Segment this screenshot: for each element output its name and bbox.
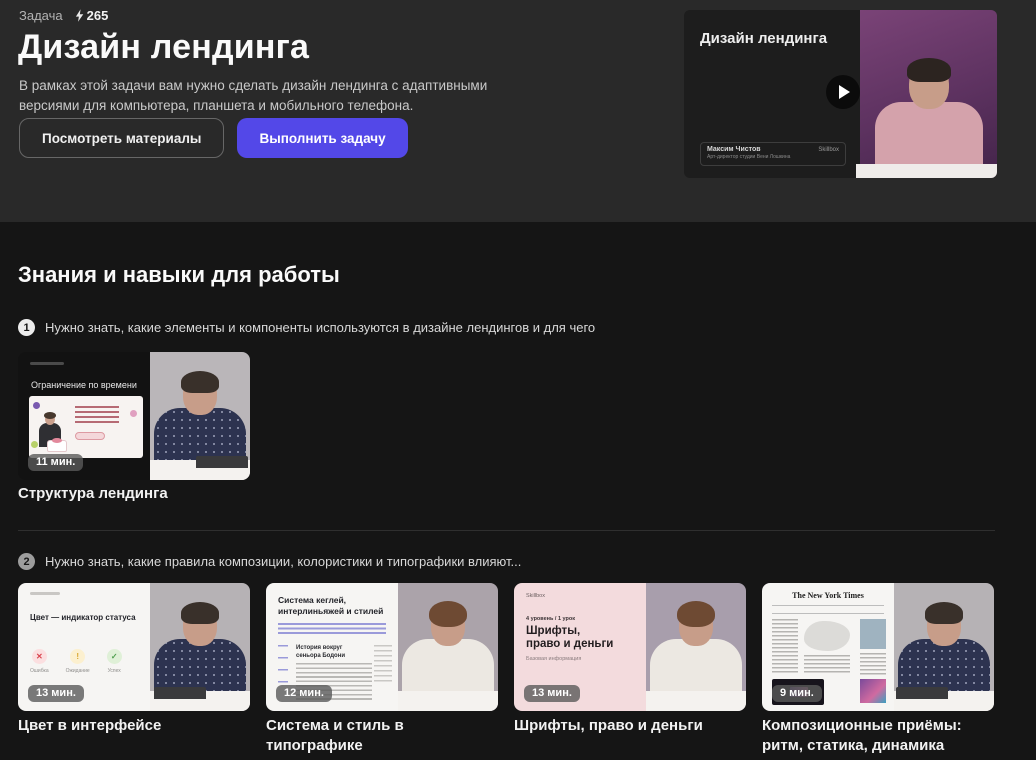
video-title: Система и стиль в типографике [266, 717, 404, 754]
task-description: В рамках этой задачи вам нужно сделать д… [19, 78, 488, 114]
speaker-photo [646, 583, 746, 711]
speaker-photo [150, 352, 250, 480]
brand-logo: Skillbox [818, 147, 839, 153]
newspaper-masthead: The New York Times [792, 591, 864, 600]
speaker-plate: Максим Чистов Арт-директор студии Вени Л… [700, 142, 846, 166]
knowledge-item-2: 2 Нужно знать, какие правила композиции,… [18, 553, 521, 570]
action-buttons: Посмотреть материалы Выполнить задачу [19, 118, 408, 158]
duration-badge: 13 мин. [524, 685, 580, 702]
cross-icon: ✕ [31, 649, 47, 664]
points-value: 265 [86, 8, 109, 23]
slide-preview: Skillbox 4 уровень / 1 урок Шрифты, прав… [514, 583, 646, 711]
lightning-icon [75, 9, 84, 22]
warning-icon: ! [70, 649, 86, 664]
video-title: Шрифты, право и деньги [514, 717, 703, 734]
view-materials-button[interactable]: Посмотреть материалы [19, 118, 225, 158]
slide-title: Ограничение по времени [31, 380, 137, 390]
artwork-thumb [860, 679, 886, 703]
intro-video-card[interactable]: Дизайн лендинга Максим Чистов Арт-директ… [684, 10, 997, 178]
duration-badge: 12 мин. [276, 685, 332, 702]
slide-label: 4 уровень / 1 урок [526, 616, 575, 622]
video-title: Композиционные приёмы: ритм, статика, ди… [762, 717, 962, 754]
section-divider [18, 530, 995, 531]
intro-video-title: Дизайн лендинга [700, 30, 828, 47]
slide-preview: Ограничение по времени 11 мин. [18, 352, 150, 480]
video-card-structure[interactable]: Ограничение по времени 11 мин. [18, 352, 250, 480]
play-icon [839, 85, 850, 99]
video-title: Структура лендинга [18, 485, 168, 502]
speaker-photo [398, 583, 498, 711]
task-type-label: Задача [19, 8, 63, 23]
slide-preview: The New York Times 9 мин. [762, 583, 894, 711]
execute-task-button[interactable]: Выполнить задачу [237, 118, 408, 158]
us-map-graphic [804, 621, 850, 651]
points-counter: 265 [75, 8, 109, 23]
slide-heading: История вокруг сеньора Бодони [296, 645, 346, 659]
speaker-photo [894, 583, 994, 711]
play-button[interactable] [826, 75, 860, 109]
task-header: Задача 265 Дизайн лендинга В рамках этой… [0, 0, 1036, 222]
intro-video-panel: Дизайн лендинга Максим Чистов Арт-директ… [684, 10, 860, 178]
slide-preview: Цвет — индикатор статуса ✕ Ошибка ! Ожидан… [18, 583, 150, 711]
status-examples: ✕ Ошибка ! Ожидание ✓ Успех [30, 649, 122, 674]
breadcrumb: Задача 265 [19, 8, 108, 23]
page-title: Дизайн лендинга [18, 28, 310, 66]
speaker-figure [874, 58, 984, 170]
speaker-photo [856, 10, 997, 178]
video-title: Цвет в интерфейсе [18, 717, 162, 734]
item-text: Нужно знать, какие элементы и компоненты… [45, 320, 596, 335]
video-card-composition[interactable]: The New York Times 9 мин. [762, 583, 994, 711]
slide-title: Система кеглей, интерлиньяжей и стилей [278, 595, 384, 617]
slide-subtitle: Базовая информация [526, 656, 582, 662]
slide-preview: Система кеглей, интерлиньяжей и стилей И… [266, 583, 398, 711]
speaker-photo [150, 583, 250, 711]
item-text: Нужно знать, какие правила композиции, к… [45, 554, 522, 569]
section-title: Знания и навыки для работы [18, 262, 340, 287]
slide-title: Шрифты, право и деньги [526, 625, 614, 651]
speaker-role: Арт-директор студии Вени Лошкина [707, 154, 791, 161]
duration-badge: 13 мин. [28, 685, 84, 702]
item-number-badge: 1 [18, 319, 35, 336]
duration-badge: 11 мин. [28, 454, 84, 471]
slide-title: Цвет — индикатор статуса [30, 613, 136, 622]
task-page: Задача 265 Дизайн лендинга В рамках этой… [0, 0, 1036, 760]
item-number-badge: 2 [18, 553, 35, 570]
video-card-typography[interactable]: Система кеглей, интерлиньяжей и стилей И… [266, 583, 498, 711]
slide-brand: Skillbox [526, 593, 545, 599]
landing-mockup [29, 396, 143, 458]
knowledge-section: Знания и навыки для работы 1 Нужно знать… [0, 222, 1036, 760]
video-card-fonts[interactable]: Skillbox 4 уровень / 1 урок Шрифты, прав… [514, 583, 746, 711]
knowledge-item-1: 1 Нужно знать, какие элементы и компонен… [18, 319, 595, 336]
desk [856, 164, 997, 178]
video-card-color[interactable]: Цвет — индикатор статуса ✕ Ошибка ! Ожидан… [18, 583, 250, 711]
check-icon: ✓ [106, 649, 122, 664]
duration-badge: 9 мин. [772, 685, 822, 702]
